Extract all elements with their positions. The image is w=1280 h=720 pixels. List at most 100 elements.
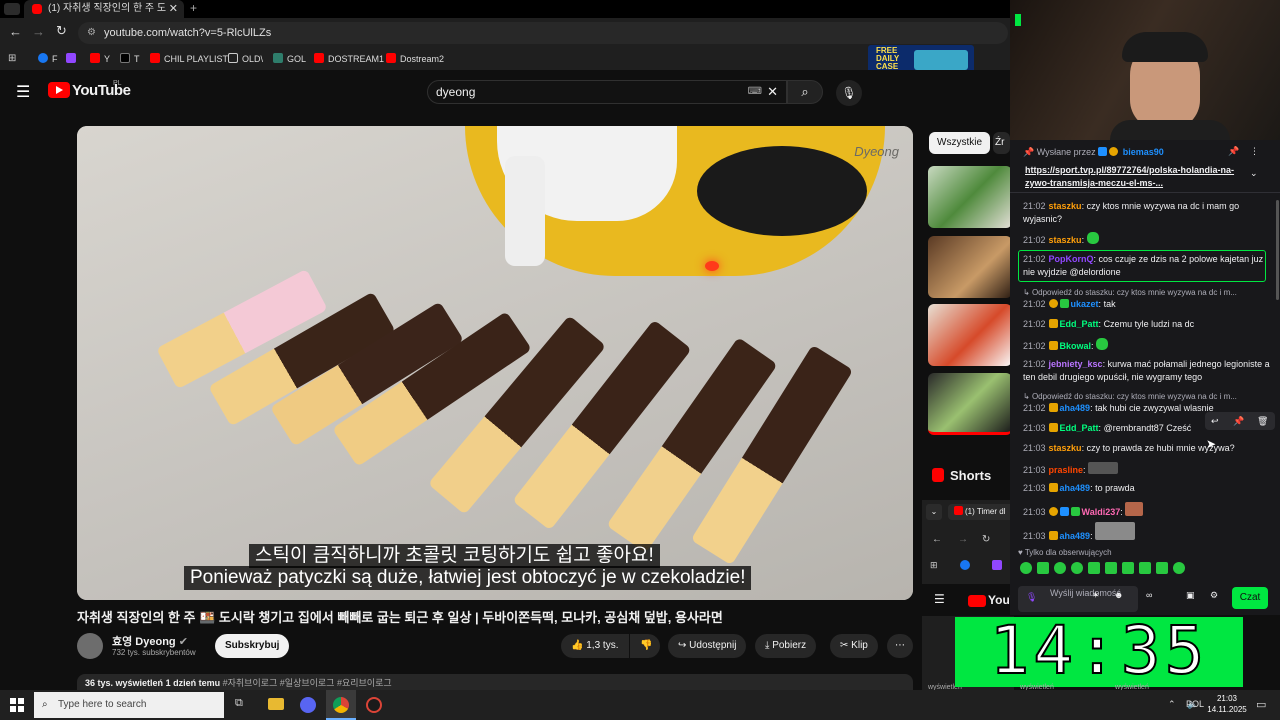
forward-arrow-icon[interactable]: → <box>958 534 968 545</box>
chat-panel: 📌 Wysłane przez biemas90 📌 ⋮ ⌄ https://s… <box>1010 140 1280 615</box>
language-indicator[interactable]: POL <box>1186 699 1204 709</box>
popup-tab[interactable]: (1) Timer dl <box>948 504 1014 520</box>
hamburger-menu-icon[interactable]: ☰ <box>934 592 945 606</box>
search-input[interactable]: dyeong ⌨ ✕ <box>427 80 787 104</box>
expand-pin-icon[interactable]: ⌄ <box>1250 168 1258 179</box>
chat-message[interactable]: 21:02 staszku: czy ktos mnie wyzywa na dc… <box>1023 200 1273 226</box>
emote-picker-icon[interactable]: ☻ <box>1114 590 1123 600</box>
chat-message[interactable]: 21:02 staszku: <box>1023 232 1273 247</box>
shorts-heading: Shorts <box>950 468 992 483</box>
store-icon[interactable]: ▣ <box>1186 590 1195 601</box>
bookmark-gol[interactable]: GOL <box>273 52 306 66</box>
recommended-thumbnail-4[interactable] <box>928 373 1012 435</box>
bookmark-twitch[interactable] <box>66 52 80 66</box>
chat-message[interactable]: 21:02 ukazet: tak <box>1023 298 1273 311</box>
hamburger-menu-icon[interactable]: ☰ <box>16 82 30 102</box>
file-explorer-icon[interactable] <box>268 698 284 710</box>
bookmark-folder-old[interactable]: OLD\ <box>228 52 263 66</box>
browser-tab-active[interactable]: (1) 자취생 직장인의 한 주 도 ✕ <box>24 0 184 18</box>
discord-icon[interactable] <box>300 697 316 713</box>
chrome-alt-icon[interactable] <box>366 697 382 713</box>
chat-message[interactable]: 21:02 Bkowal: <box>1023 338 1273 353</box>
chat-message-highlighted[interactable]: 21:02 PopKornQ: cos czuje ze dzis na 2 po… <box>1023 253 1265 279</box>
search-query: dyeong <box>436 85 476 99</box>
points-icon[interactable]: ∞ <box>1146 590 1152 600</box>
bookmark-y[interactable]: Y <box>90 52 110 66</box>
chat-scrollbar[interactable] <box>1276 200 1279 300</box>
windows-start-icon[interactable] <box>10 698 24 712</box>
apps-grid-icon[interactable]: ⊞ <box>8 53 16 64</box>
search-button[interactable]: ⌕ <box>787 80 823 104</box>
forward-arrow-icon[interactable]: → <box>32 24 45 39</box>
pin-menu-icon[interactable]: ⋮ <box>1250 146 1259 157</box>
clock[interactable]: 21:03 14.11.2025 <box>1207 693 1247 715</box>
subscribe-button[interactable]: Subskrybuj <box>215 634 290 658</box>
pin-icon[interactable]: 📌 <box>1233 412 1244 430</box>
channel-avatar[interactable] <box>77 633 103 659</box>
dislike-button[interactable]: 👎 <box>630 634 660 658</box>
clear-search-icon[interactable]: ✕ <box>767 81 778 103</box>
tray-chevron-icon[interactable]: ⌃ <box>1168 699 1176 710</box>
reload-icon[interactable]: ↻ <box>56 23 67 39</box>
youtube-favicon-icon <box>954 506 963 515</box>
share-button[interactable]: ↪ Udostępnij <box>668 634 747 658</box>
chat-message[interactable]: 21:03 Edd_Patt: @rembrandt87 Cześć <box>1023 422 1203 435</box>
reload-icon[interactable]: ↻ <box>982 534 990 545</box>
youtube-logo-icon[interactable] <box>48 82 70 98</box>
tab-list-button[interactable] <box>4 3 20 15</box>
chat-message[interactable]: 21:03 prasline: <box>1023 462 1273 477</box>
facebook-icon[interactable] <box>960 560 970 570</box>
clip-button[interactable]: ✂ Klip <box>830 634 878 658</box>
chat-message[interactable]: 21:02 Edd_Patt: Czemu tyle ludzi na dc <box>1023 318 1273 331</box>
pinned-link[interactable]: https://sport.tvp.pl/89772764/polska-hol… <box>1025 164 1237 190</box>
new-tab-icon[interactable]: + <box>190 0 197 16</box>
chat-message[interactable]: 21:03 aha489: <box>1023 522 1273 543</box>
download-button[interactable]: ⤓ Pobierz <box>755 634 817 658</box>
site-info-icon[interactable]: ⚙ <box>87 22 96 44</box>
reply-icon[interactable]: ↩ <box>1211 412 1219 430</box>
followers-only-notice: ♥ Tylko dla obserwujących <box>1018 548 1112 557</box>
more-actions-button[interactable]: ⋯ <box>887 634 913 658</box>
emote-bar[interactable] <box>1020 562 1220 576</box>
like-button[interactable]: 👍 1,3 tys. <box>561 634 629 658</box>
recommended-thumbnail-1[interactable] <box>928 166 1012 228</box>
share-icon: ↪ <box>678 640 687 651</box>
settings-gear-icon[interactable]: ⚙ <box>1210 590 1218 601</box>
taskbar-search-box[interactable]: ⌕ Type here to search <box>34 692 224 718</box>
subtitle-polish: Ponieważ patyczki są duże, łatwiej jest … <box>184 566 752 590</box>
bookmark-f[interactable]: F <box>38 52 58 66</box>
mic-icon[interactable]: 🎙 <box>1026 592 1037 603</box>
chip-partial[interactable]: Źr <box>993 132 1010 154</box>
bookmark-dostream1[interactable]: DOSTREAM1 <box>314 52 384 66</box>
chrome-taskbar-active[interactable] <box>326 690 356 720</box>
tab-list-button[interactable]: ⌄ <box>926 504 942 520</box>
notification-icon[interactable]: ▭ <box>1256 698 1266 711</box>
chat-message[interactable]: 21:03 staszku: czy to prawda ze hubi mnie… <box>1023 442 1273 455</box>
video-player[interactable]: Dyeong 스틱이 큼직하니까 초콜릿 코팅하기도 쉽고 좋아요! Ponie… <box>77 126 913 600</box>
send-chat-button[interactable]: Czat <box>1232 587 1268 609</box>
keyboard-icon[interactable]: ⌨ <box>748 81 762 103</box>
back-arrow-icon[interactable]: ← <box>932 534 942 545</box>
chrome-icon <box>333 697 349 713</box>
task-view-icon[interactable]: ⧉ <box>235 697 243 710</box>
recommended-thumbnail-3[interactable] <box>928 304 1012 366</box>
chat-message[interactable]: 21:02 jebniety_ksc: kurwa mać połamali je… <box>1023 358 1273 384</box>
bookmark-t[interactable]: T <box>120 52 140 66</box>
chat-message[interactable]: 21:03 aha489: to prawda <box>1023 482 1273 495</box>
bookmark-dostream2[interactable]: Dostream2 <box>386 52 444 66</box>
bookmark-chil-playlist[interactable]: CHIL PLAYLIST <box>150 52 228 66</box>
unpin-icon[interactable]: 📌 <box>1228 146 1239 157</box>
recommended-thumbnail-2[interactable] <box>928 236 1012 298</box>
chat-message[interactable]: 21:03 Waldi237: <box>1023 502 1273 519</box>
twitch-icon[interactable] <box>992 560 1002 570</box>
chip-all[interactable]: Wszystkie <box>929 132 990 154</box>
close-tab-icon[interactable]: ✕ <box>169 0 178 18</box>
translate-icon[interactable]: ✶ <box>1092 590 1100 601</box>
url-field[interactable]: ⚙ youtube.com/watch?v=5-RlcUlLZs <box>78 22 1008 44</box>
emote-icon <box>1096 338 1109 350</box>
back-arrow-icon[interactable]: ← <box>9 24 22 39</box>
delete-icon[interactable]: 🗑 <box>1257 412 1268 430</box>
channel-name[interactable]: 효영 Dyeong ✔ <box>112 633 188 649</box>
voice-search-button[interactable]: 🎙 <box>836 80 862 106</box>
apps-grid-icon[interactable]: ⊞ <box>930 560 938 571</box>
